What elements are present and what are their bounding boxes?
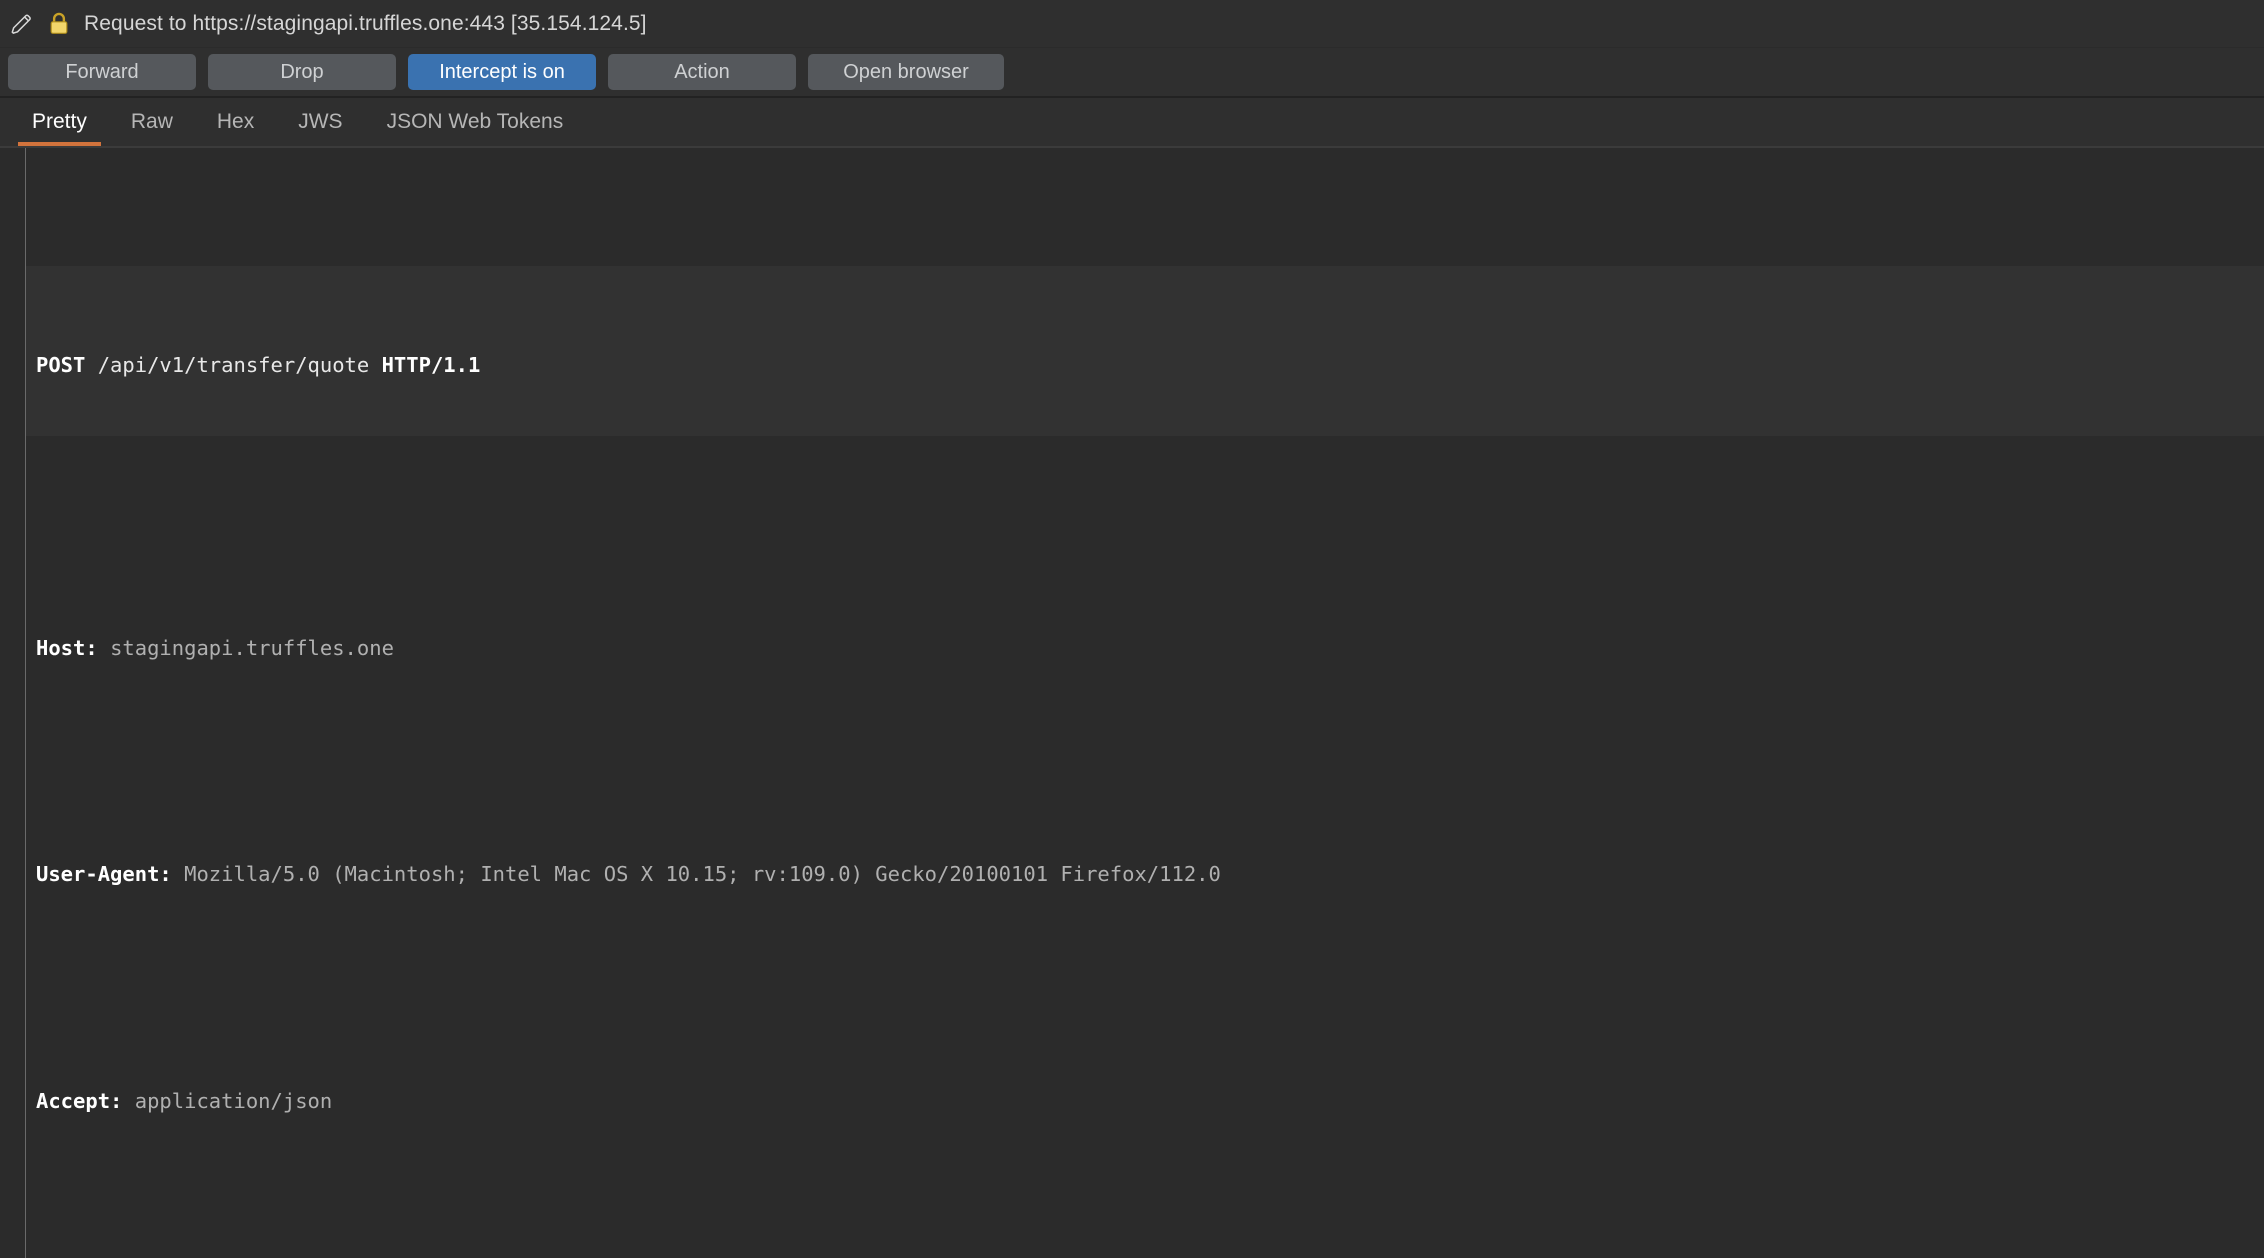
line-number-gutter [0,148,26,1258]
code-line-request: 1 POST /api/v1/transfer/quote HTTP/1.1 [0,266,2264,436]
lock-icon [50,12,68,34]
tab-pretty-label: Pretty [32,110,87,133]
request-line-text: POST /api/v1/transfer/quote HTTP/1.1 [0,351,2264,379]
tab-jws-label: JWS [298,110,343,133]
tab-pretty[interactable]: Pretty [10,98,109,146]
action-button[interactable]: Action [608,54,796,90]
request-code[interactable]: 1 POST /api/v1/transfer/quote HTTP/1.1 2… [0,148,2264,1258]
intercept-toolbar: Forward Drop Intercept is on Action Open… [0,48,2264,98]
window-title-bar: Request to https://stagingapi.truffles.o… [0,0,2264,48]
code-line-header: 2 Host: stagingapi.truffles.one [0,549,2264,719]
open-browser-button[interactable]: Open browser [808,54,1004,90]
header-name: Accept: [36,1088,123,1113]
code-line-header: 5 Accept-Language: en-US,en;q=0.5 [0,1228,2264,1258]
request-title: Request to https://stagingapi.truffles.o… [84,11,647,35]
header-name: User-Agent: [36,862,172,887]
tab-json-web-tokens-label: JSON Web Tokens [386,110,564,133]
header-value: stagingapi.truffles.one [110,636,394,661]
http-method: POST [36,353,86,378]
forward-button[interactable]: Forward [8,54,196,90]
header-name: Host: [36,636,98,661]
request-editor[interactable]: 1 POST /api/v1/transfer/quote HTTP/1.1 2… [0,148,2264,1258]
tab-json-web-tokens[interactable]: JSON Web Tokens [365,98,586,146]
tab-hex-label: Hex [216,110,255,133]
code-line-header: 4 Accept: application/json [0,1002,2264,1172]
tab-jws[interactable]: JWS [276,98,364,146]
code-line-header: 3 User-Agent: Mozilla/5.0 (Macintosh; In… [0,776,2264,946]
pencil-icon [11,14,31,34]
header-value: application/json [134,1088,333,1113]
tab-raw[interactable]: Raw [109,98,195,146]
tab-raw-label: Raw [130,110,173,133]
request-path: /api/v1/transfer/quote [97,353,370,378]
http-version: HTTP/1.1 [381,353,481,378]
drop-button[interactable]: Drop [208,54,396,90]
intercept-toggle-button[interactable]: Intercept is on [408,54,596,90]
message-view-tabs: Pretty Raw Hex JWS JSON Web Tokens [0,98,2264,148]
header-value: Mozilla/5.0 (Macintosh; Intel Mac OS X 1… [184,862,1221,887]
tab-hex[interactable]: Hex [195,98,276,146]
